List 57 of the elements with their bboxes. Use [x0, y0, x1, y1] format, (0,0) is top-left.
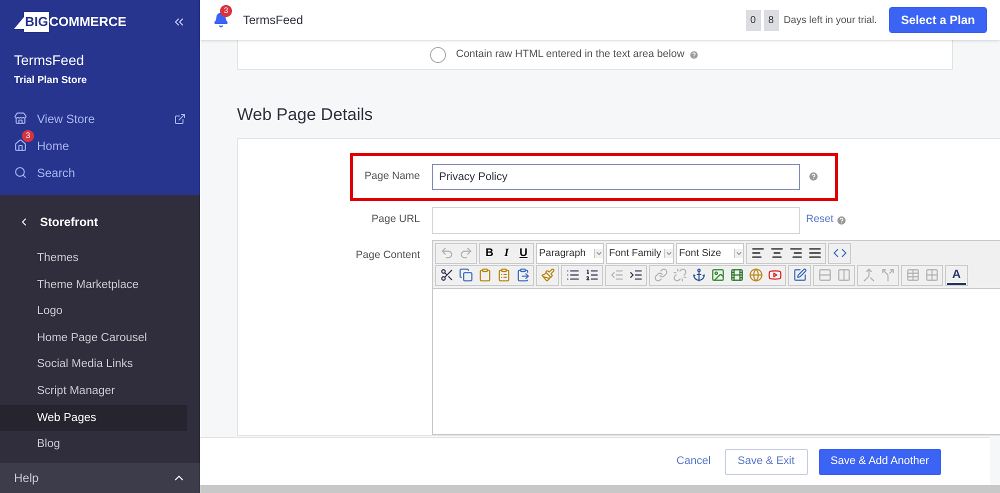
help-bar[interactable]: Help: [0, 463, 200, 493]
external-link-icon[interactable]: [174, 112, 186, 124]
sidebar-nav-link[interactable]: Search: [37, 164, 186, 182]
dropdown-caret-icon: [594, 248, 603, 258]
field-label: Page Content: [354, 248, 420, 262]
store-plan: Trial Plan Store: [14, 74, 88, 88]
brand-logo[interactable]: BIGCOMMERCE: [14, 12, 126, 32]
section-heading: Web Page Details: [237, 104, 374, 126]
sidebar-item[interactable]: Home Page Carousel: [0, 324, 187, 352]
search-icon[interactable]: [14, 166, 27, 179]
page-name-field[interactable]: Privacy Policy: [432, 164, 800, 190]
rich-text-editor[interactable]: B I U Paragraph Font Family Font Size A: [432, 240, 1000, 435]
toolbar-select[interactable]: Paragraph: [536, 242, 604, 264]
sidebar-item[interactable]: Theme Marketplace: [0, 272, 187, 298]
format-button[interactable]: U: [515, 244, 532, 262]
dropdown-caret-icon: [734, 248, 743, 258]
sidebar-item[interactable]: Social Media Links: [0, 351, 187, 378]
notification-badge: 3: [22, 130, 34, 142]
help-icon[interactable]: [689, 50, 700, 60]
save-exit-button[interactable]: Save & Exit: [724, 448, 808, 474]
store-name: TermsFeed: [14, 50, 86, 70]
text-color-button[interactable]: A: [947, 266, 966, 284]
help-icon[interactable]: [808, 171, 819, 182]
format-button[interactable]: I: [498, 244, 515, 262]
toolbar-select[interactable]: Font Size: [676, 242, 744, 264]
save-add-button[interactable]: Save & Add Another: [818, 448, 941, 474]
trial-digit: 0: [746, 10, 761, 30]
field-label: Page URL: [370, 212, 420, 228]
sidebar-nav-link[interactable]: View Store: [37, 110, 174, 128]
section-title: Storefront: [40, 214, 98, 231]
sidebar-item[interactable]: Themes: [0, 245, 187, 272]
help-label: Help: [14, 470, 39, 487]
radio-label: Contain raw HTML entered in the text area below: [456, 46, 684, 62]
notification-badge: 3: [220, 5, 232, 17]
store-icon[interactable]: [14, 112, 27, 125]
toolbar-select[interactable]: Font Family: [606, 242, 674, 264]
sidebar-item[interactable]: Blog: [0, 431, 187, 458]
store-title: TermsFeed: [243, 12, 304, 29]
sidebar-item[interactable]: Logo: [0, 298, 187, 325]
sidebar-item[interactable]: Script Manager: [0, 378, 187, 405]
sidebar-nav-link[interactable]: Home: [37, 136, 186, 154]
logo-triangle-icon: [14, 14, 24, 29]
reset-link[interactable]: Reset: [806, 212, 834, 228]
select-plan-button[interactable]: Select a Plan: [888, 7, 987, 33]
field-label: Page Name: [364, 168, 420, 184]
sidebar-item[interactable]: Web Pages: [0, 404, 187, 432]
trial-text: Days left in your trial.: [784, 14, 877, 28]
format-button[interactable]: B: [481, 244, 498, 262]
cancel-link[interactable]: Cancel: [676, 453, 711, 470]
radio-button[interactable]: [430, 46, 446, 62]
horizontal-scrollbar[interactable]: [200, 485, 1000, 493]
help-icon[interactable]: [836, 214, 848, 226]
bell-icon[interactable]: [213, 12, 229, 28]
home-icon[interactable]: [14, 139, 27, 152]
dropdown-caret-icon: [664, 248, 673, 258]
trial-digit: 8: [764, 10, 779, 30]
page-url-field[interactable]: [432, 206, 800, 234]
